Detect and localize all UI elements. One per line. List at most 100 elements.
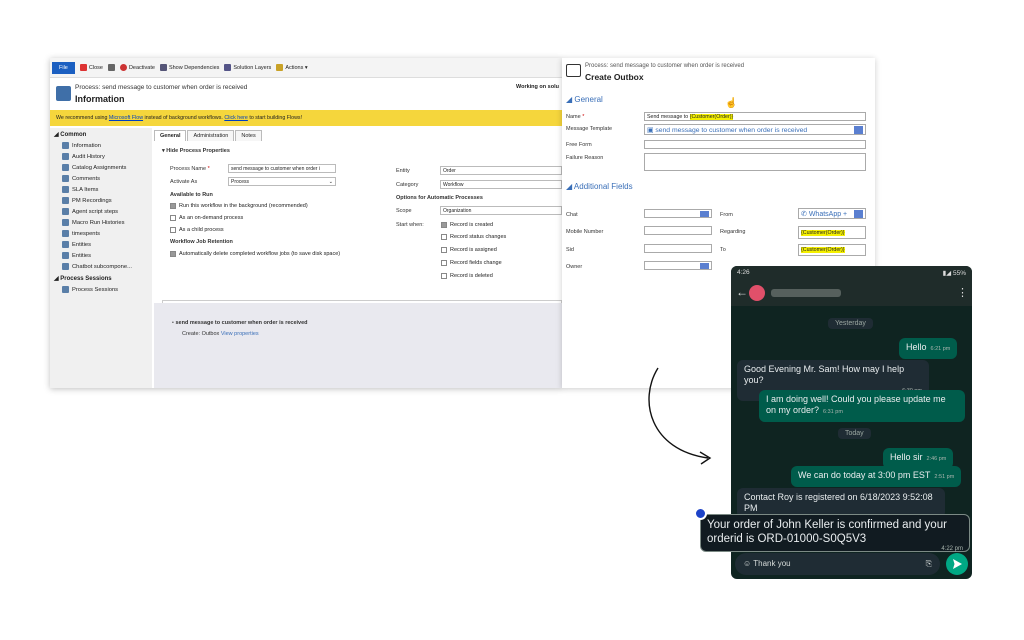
lookup-icon[interactable] xyxy=(854,210,863,218)
name-input[interactable]: Send message to {Customer(Order)} xyxy=(644,112,866,121)
option-auto-delete[interactable]: Automatically delete completed workflow … xyxy=(170,248,340,259)
message-outgoing[interactable]: I am doing well! Could you please update… xyxy=(759,390,965,422)
general-section[interactable]: ◢ General xyxy=(566,95,603,104)
file-button[interactable]: File xyxy=(52,61,75,74)
close-button[interactable]: Close xyxy=(79,64,103,71)
more-options-icon[interactable]: ⋮ xyxy=(957,286,968,299)
step-title[interactable]: ▪ send message to customer when order is… xyxy=(172,320,308,326)
chevron-down-icon: ⌄ xyxy=(328,179,333,185)
attach-icon[interactable]: ⎘ xyxy=(926,559,932,569)
message-input[interactable]: ☺ Thank you ⎘ xyxy=(735,553,940,575)
sidebar-item-chatbot-subcomponents[interactable]: Chatbot subcompone... xyxy=(50,261,152,272)
entity-input[interactable]: Order xyxy=(440,166,562,175)
message-outgoing[interactable]: Hello 6:21 pm xyxy=(899,338,958,359)
click-here-link[interactable]: Click here xyxy=(224,115,248,121)
save-icon-button[interactable] xyxy=(107,64,115,71)
checkbox[interactable] xyxy=(170,250,176,257)
scope-select[interactable]: Organization xyxy=(440,206,562,215)
working-on-solution: Working on solu xyxy=(516,84,559,90)
contact-name-blurred[interactable] xyxy=(771,289,841,297)
comments-icon xyxy=(62,175,69,182)
message-template-label: Message Template xyxy=(566,126,613,132)
sidebar-item-process-sessions[interactable]: Process Sessions xyxy=(50,284,152,295)
start-when-label: Start when: xyxy=(396,222,424,228)
sidebar-group-common[interactable]: ◢ Common xyxy=(50,128,152,140)
view-properties-link[interactable]: View properties xyxy=(221,331,259,337)
sidebar-item-audit-history[interactable]: Audit History xyxy=(50,151,152,162)
steps-area: ▪ send message to customer when order is… xyxy=(154,303,562,388)
layers-icon xyxy=(224,64,232,71)
checkbox[interactable] xyxy=(441,233,447,240)
checkbox[interactable] xyxy=(170,202,176,209)
chat-label: Chat xyxy=(566,212,578,218)
process-name-input[interactable]: send message to customer when order i xyxy=(228,164,336,173)
chat-lookup[interactable] xyxy=(644,209,712,218)
entity-icon xyxy=(62,241,69,248)
sidebar-item-timespents[interactable]: timespents xyxy=(50,228,152,239)
sidebar-item-entities[interactable]: Entities xyxy=(50,239,152,250)
free-form-input[interactable] xyxy=(644,140,866,149)
checkbox[interactable] xyxy=(441,259,447,266)
lookup-icon[interactable] xyxy=(700,263,709,269)
from-lookup[interactable]: ✆ WhatsApp + xyxy=(798,208,866,219)
avatar[interactable] xyxy=(749,285,765,301)
sidebar-item-pm-recordings[interactable]: PM Recordings xyxy=(50,195,152,206)
date-chip-yesterday: Yesterday xyxy=(828,318,873,329)
solution-layers-button[interactable]: Solution Layers xyxy=(224,64,271,71)
phone-status-bar: 4:26 ▮◢ 55% xyxy=(731,266,972,280)
start-record-assigned[interactable]: Record is assigned xyxy=(441,244,497,255)
checkbox[interactable] xyxy=(441,246,447,253)
send-button[interactable] xyxy=(946,553,968,575)
highlighted-confirmation-message[interactable]: Your order of John Keller is confirmed a… xyxy=(700,514,970,552)
sid-input[interactable] xyxy=(644,244,712,253)
deactivate-button[interactable]: Deactivate xyxy=(119,64,155,71)
sidebar-item-information[interactable]: Information xyxy=(50,140,152,151)
lookup-icon[interactable] xyxy=(700,211,709,217)
tab-notes[interactable]: Notes xyxy=(235,130,262,141)
sidebar-item-macro-run-histories[interactable]: Macro Run Histories xyxy=(50,217,152,228)
checkbox[interactable] xyxy=(441,221,447,228)
sid-label: Sid xyxy=(566,247,574,253)
message-template-lookup[interactable]: ▣ send message to customer when order is… xyxy=(644,124,866,135)
sidebar-item-entities-2[interactable]: Entities xyxy=(50,250,152,261)
start-record-deleted[interactable]: Record is deleted xyxy=(441,270,493,281)
sidebar-item-sla-items[interactable]: SLA Items xyxy=(50,184,152,195)
tab-administration[interactable]: Administration xyxy=(187,130,235,141)
microsoft-flow-link[interactable]: Microsoft Flow xyxy=(109,115,143,121)
sidebar-group-process-sessions[interactable]: ◢ Process Sessions xyxy=(50,272,152,284)
mobile-number-input[interactable] xyxy=(644,226,712,235)
activate-as-select[interactable]: Process ⌄ xyxy=(228,177,336,186)
regarding-input[interactable]: {Customer(Order)} xyxy=(798,226,866,239)
tab-general[interactable]: General xyxy=(154,130,187,141)
recording-icon xyxy=(62,197,69,204)
emoji-icon[interactable]: ☺ xyxy=(743,559,753,568)
sidebar-item-comments[interactable]: Comments xyxy=(50,173,152,184)
checkbox[interactable] xyxy=(441,272,447,279)
back-arrow-icon[interactable]: ← xyxy=(736,285,748,299)
option-on-demand[interactable]: As an on-demand process xyxy=(170,212,243,223)
flow-arrow-icon xyxy=(648,367,712,465)
checkbox[interactable] xyxy=(170,214,176,221)
failure-reason-input[interactable] xyxy=(644,153,866,171)
page-title: Information xyxy=(75,94,125,104)
checkbox[interactable] xyxy=(170,226,176,233)
mobile-number-label: Mobile Number xyxy=(566,229,604,235)
sidebar-item-catalog-assignments[interactable]: Catalog Assignments xyxy=(50,162,152,173)
start-fields-change[interactable]: Record fields change xyxy=(441,257,502,268)
sidebar: ◢ Common Information Audit History Catal… xyxy=(50,128,152,388)
option-child-process[interactable]: As a child process xyxy=(170,224,224,235)
additional-fields-section[interactable]: ◢ Additional Fields xyxy=(566,182,633,191)
to-input[interactable]: {Customer(Order)} xyxy=(798,244,866,256)
lookup-icon[interactable] xyxy=(854,126,863,134)
sidebar-item-agent-script-steps[interactable]: Agent script steps xyxy=(50,206,152,217)
hide-process-properties-toggle[interactable]: ▾ Hide Process Properties xyxy=(162,148,230,154)
owner-lookup[interactable] xyxy=(644,261,712,270)
message-outgoing[interactable]: We can do today at 3:00 pm EST 2:51 pm xyxy=(791,466,962,487)
start-status-changes[interactable]: Record status changes xyxy=(441,231,506,242)
show-dependencies-button[interactable]: Show Dependencies xyxy=(159,64,219,71)
category-input[interactable]: Workflow xyxy=(440,180,562,189)
actions-button[interactable]: Actions ▾ xyxy=(276,64,308,71)
option-background[interactable]: Run this workflow in the background (rec… xyxy=(170,200,308,211)
send-icon xyxy=(953,559,962,569)
start-record-created[interactable]: Record is created xyxy=(441,219,493,230)
